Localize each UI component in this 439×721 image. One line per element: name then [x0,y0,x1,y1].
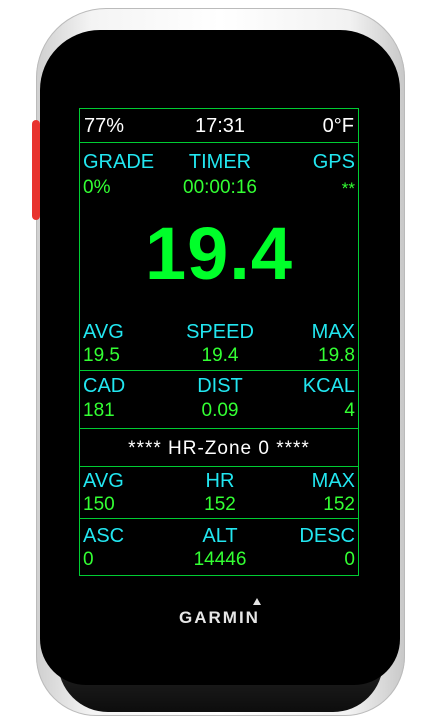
altitude-row: ASC 0 ALT 14446 DESC 0 [80,519,358,575]
hr-value: 152 [204,494,236,515]
asc-value: 0 [83,549,94,570]
dist-value: 0.09 [201,400,239,421]
timer-label: TIMER [188,151,252,173]
speed-value: 19.4 [201,345,239,366]
temperature: 0°F [322,115,354,137]
alt-label: ALT [202,525,238,547]
brand-logo: GARMIN [179,608,260,627]
max-hr-value: 152 [323,494,355,515]
max-speed-label: MAX [311,321,355,343]
speed-panel: GRADE 0% TIMER 00:00:16 GPS ** 19.4 AVG … [80,143,358,371]
avg-hr-value: 150 [83,494,115,515]
timer-value: 00:00:16 [183,177,257,198]
heart-rate-row: AVG 150 HR 152 MAX 152 [80,467,358,519]
side-power-button[interactable] [32,120,40,220]
avg-speed-label: AVG [83,321,124,343]
gps-value: ** [341,179,355,198]
asc-label: ASC [83,525,125,547]
cadence-row: CAD 181 DIST 0.09 KCAL 4 [80,371,358,429]
hr-zone-row: **** HR-Zone 0 **** [80,429,358,467]
desc-label: DESC [299,525,355,547]
gps-label: GPS [312,151,355,173]
main-speed-value: 19.4 [144,212,294,295]
speed-label: SPEED [186,321,254,343]
garmin-triangle-icon [253,598,261,605]
max-hr-label: MAX [311,470,355,492]
hr-zone-text: **** HR-Zone 0 **** [128,438,310,459]
max-speed-value: 19.8 [318,345,355,366]
status-row: 77% 17:31 0°F [80,109,358,143]
alt-value: 14446 [193,549,247,570]
avg-hr-label: AVG [83,470,124,492]
grade-value: 0% [83,177,111,198]
data-screen: 77% 17:31 0°F GRADE 0% TIMER 00:00:16 GP… [79,108,359,576]
hr-label: HR [205,470,235,492]
cad-label: CAD [83,375,126,397]
dist-label: DIST [197,375,243,397]
battery-level: 77% [84,115,125,137]
kcal-label: KCAL [302,375,355,397]
grade-label: GRADE [83,151,155,173]
clock-time: 17:31 [194,115,246,137]
kcal-value: 4 [344,400,355,421]
cad-value: 181 [83,400,115,421]
desc-value: 0 [344,549,355,570]
avg-speed-value: 19.5 [83,345,120,366]
